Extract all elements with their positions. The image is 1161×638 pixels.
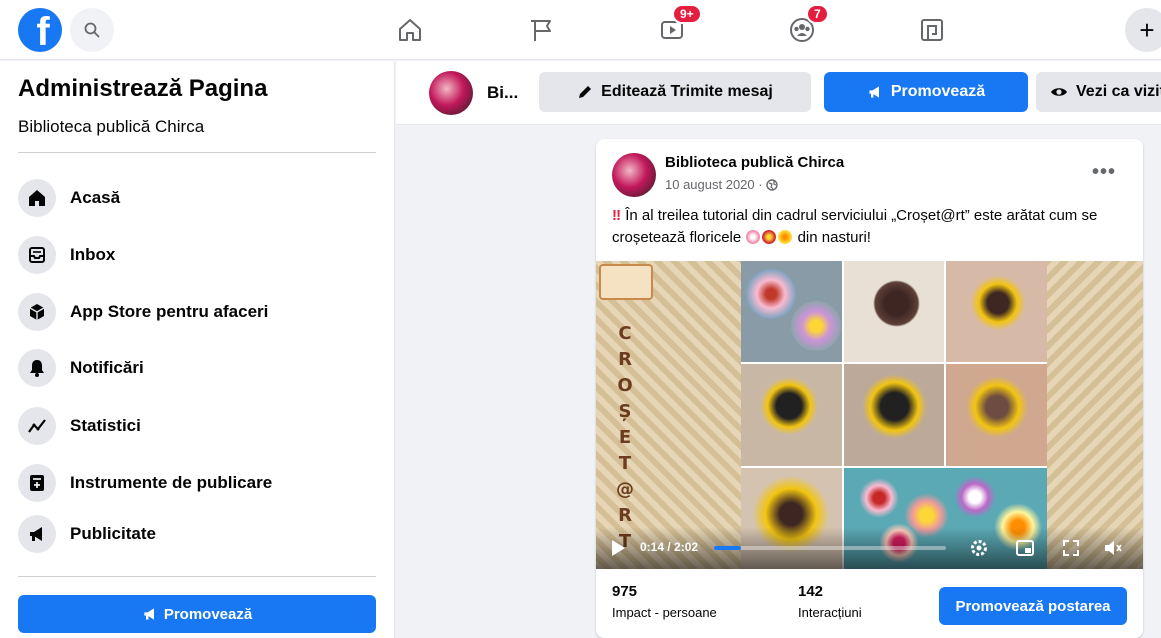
post-author-name[interactable]: Biblioteca publică Chirca [665,154,844,171]
promote-post-button[interactable]: Promovează postarea [939,587,1127,625]
view-as-visitor-label: Vezi ca vizitator [1076,83,1161,100]
sidebar-item-label: Notificări [70,358,144,377]
thumbnail-cell [946,364,1047,466]
post-date[interactable]: 10 august 2020 · [665,177,778,192]
thumbnail-cell [843,364,945,466]
facebook-logo[interactable]: f [18,8,62,52]
reach-value: 975 [612,583,638,600]
flower-emoji-icon [746,230,761,244]
thumbnail-cell [741,261,842,363]
sidebar-promote-label: Promovează [163,605,253,623]
post-date-text: 10 august 2020 · [665,177,763,192]
play-icon[interactable] [610,539,626,557]
page-name-short[interactable]: Bi... [487,83,518,103]
video-thumbnail-grid [741,261,1047,569]
sidebar-item-label: Instrumente de publicare [70,473,273,492]
blossom-emoji-icon [778,230,793,244]
video-vertical-title: CROȘET@RT [616,323,634,552]
thumbnail-cell [741,364,842,466]
bell-icon [18,349,56,387]
megaphone-icon [144,608,154,620]
eye-icon [1051,88,1067,96]
chart-icon [18,407,56,445]
reach-label: Impact - persoane [612,605,717,620]
search-icon [84,22,100,38]
fullscreen-icon[interactable] [1060,537,1082,559]
hibiscus-emoji-icon [762,230,777,244]
video-thumbnail-left-panel: CROȘET@RT [596,261,741,569]
sidebar-promote-button[interactable]: Promovează [18,595,376,633]
inbox-icon [18,236,56,274]
edit-send-message-button[interactable]: Editează Trimite mesaj [539,72,811,112]
sidebar-item-label: Acasă [70,188,121,207]
video-badge: 9+ [672,4,702,24]
video-time: 0:14 / 2:02 [640,540,699,554]
video-thumbnail-right-panel [1047,261,1143,569]
gaming-icon [921,19,943,41]
engagement-label: Interacțiuni [798,605,862,620]
pencil-icon [579,86,592,98]
nav-home[interactable] [392,12,428,48]
sidebar-divider [18,152,376,153]
sidebar-item-publishing-tools[interactable]: Instrumente de publicare [18,461,376,505]
sidebar-item-insights[interactable]: Statistici [18,404,376,448]
sidebar-item-label: App Store pentru afaceri [70,302,269,321]
double-exclamation-icon: ‼ [612,207,622,224]
sidebar-page-name[interactable]: Biblioteca publică Chirca [18,117,204,137]
globe-icon [765,178,778,191]
publishing-tools-icon [18,464,56,502]
page-header-bar: Bi... Editează Trimite mesaj Promovează … [396,61,1161,125]
top-navigation-bar: f 9+ 7 + [0,0,1161,60]
edit-send-message-label: Editează Trimite mesaj [601,83,773,100]
nav-watch[interactable]: 9+ [654,4,702,48]
video-progress-fill [714,546,741,550]
video-controls: 0:14 / 2:02 [596,527,1143,569]
box-icon [18,293,56,331]
picture-in-picture-icon[interactable] [1014,537,1036,559]
home-icon [18,179,56,217]
post-text: ‼ În al treilea tutorial din cadrul serv… [612,205,1127,249]
thumbnail-cell [946,261,1047,363]
post-card: Biblioteca publică Chirca 10 august 2020… [596,139,1143,638]
nav-gaming[interactable] [914,12,950,48]
plus-icon: + [1139,14,1155,45]
facebook-logo-letter: f [36,10,50,52]
create-button[interactable]: + [1125,8,1161,52]
sidebar-item-label: Inbox [70,245,116,264]
flag-icon [531,20,551,41]
sidebar-title: Administrează Pagina [18,75,268,102]
groups-badge: 7 [806,4,829,24]
sidebar-item-label: Statistici [70,416,141,435]
settings-icon[interactable] [968,537,990,559]
promote-post-label: Promovează postarea [955,597,1111,615]
thumbnail-cell [843,261,945,363]
sidebar-item-notifications[interactable]: Notificări [18,346,376,390]
sidebar-item-advertising[interactable]: Publicitate [18,512,376,556]
sidebar-item-app-store[interactable]: App Store pentru afaceri [18,290,376,334]
sidebar-item-label: Publicitate [70,524,156,543]
nav-pages[interactable] [524,12,560,48]
search-button[interactable] [70,8,114,52]
megaphone-icon [869,86,879,98]
page-promote-label: Promovează [890,83,986,100]
mute-icon[interactable] [1102,537,1124,559]
manage-page-sidebar: Administrează Pagina Biblioteca publică … [0,61,395,638]
megaphone-icon [18,515,56,553]
post-stats: 975 Impact - persoane 142 Interacțiuni P… [596,569,1143,638]
post-text-end: din nasturi! [797,229,871,246]
sidebar-divider [18,576,376,577]
nav-groups[interactable]: 7 [784,4,829,48]
view-as-visitor-button[interactable]: Vezi ca vizitator [1036,72,1161,112]
sidebar-item-inbox[interactable]: Inbox [18,233,376,277]
engagement-value: 142 [798,583,824,600]
channel-logo [599,264,653,300]
more-options-icon[interactable]: ••• [1092,161,1116,184]
sidebar-item-home[interactable]: Acasă [18,176,376,220]
video-player[interactable]: CROȘET@RT [596,261,1143,569]
video-progress-bar[interactable] [714,546,946,550]
page-avatar[interactable] [429,71,473,115]
home-icon [399,19,421,41]
page-promote-button[interactable]: Promovează [824,72,1028,112]
post-author-avatar[interactable] [612,153,656,197]
